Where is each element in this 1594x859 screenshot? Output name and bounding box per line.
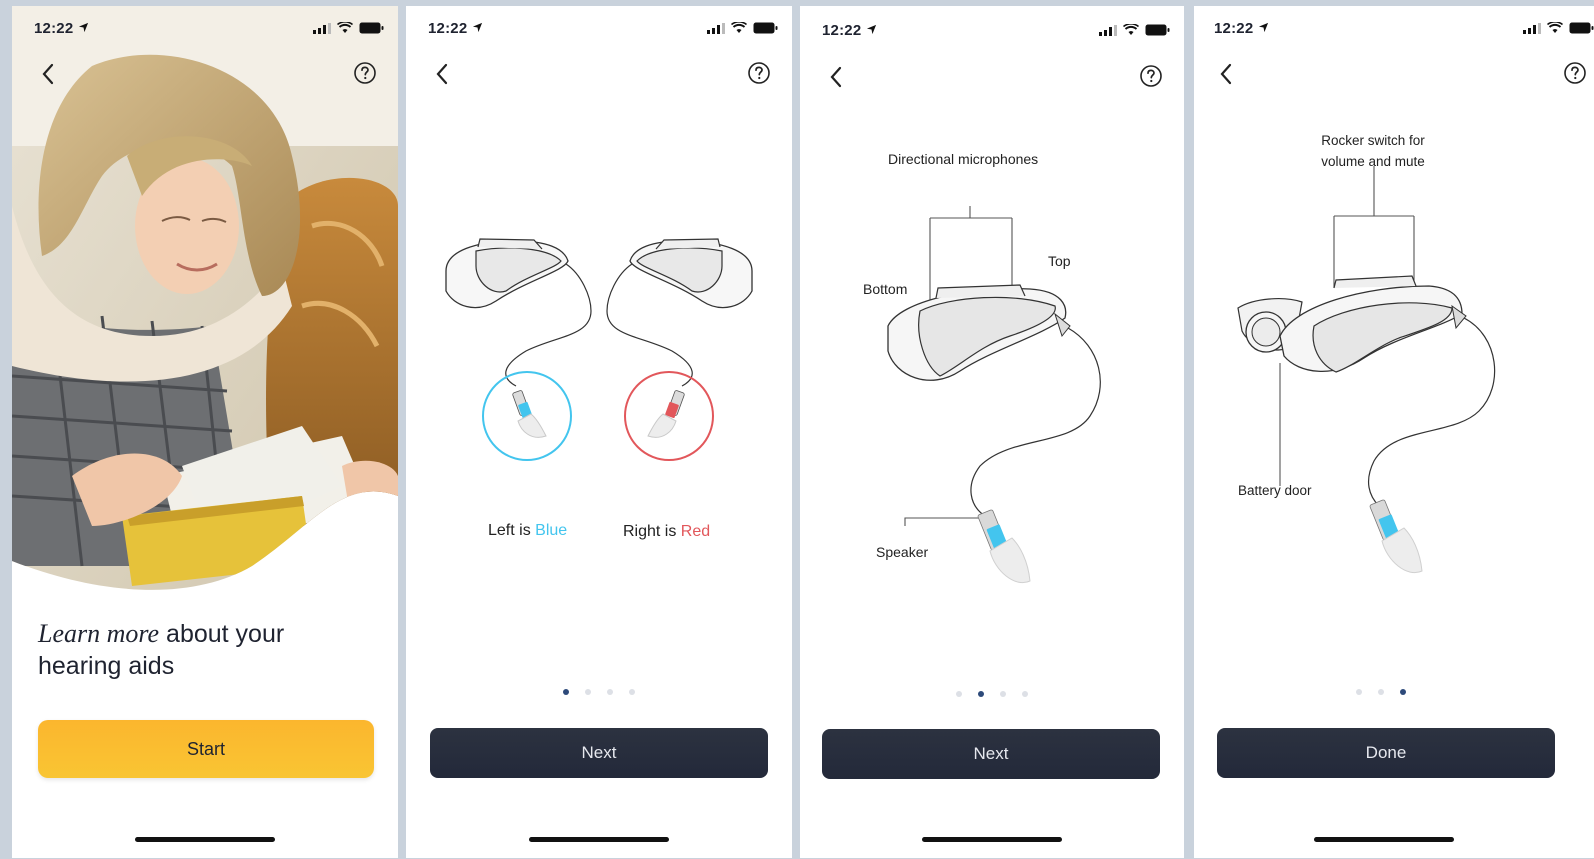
page-dot xyxy=(1378,689,1384,695)
page-dot xyxy=(585,689,591,695)
battery-door-label: Battery door xyxy=(1238,483,1312,498)
page-dot xyxy=(629,689,635,695)
screen-intro: 12:22 Learn more about your hearing aids… xyxy=(12,6,398,858)
help-button[interactable] xyxy=(352,60,378,86)
page-indicator xyxy=(1194,689,1568,695)
parts-illustration-front xyxy=(887,206,1101,584)
red-word: Red xyxy=(680,523,711,540)
page-dot xyxy=(1000,691,1006,697)
rocker-switch-label-line2: volume and mute xyxy=(1321,154,1425,169)
status-icons xyxy=(313,22,384,34)
bottom-label: Bottom xyxy=(863,281,908,297)
status-bar: 12:22 xyxy=(12,18,398,42)
top-label: Top xyxy=(1048,253,1071,269)
question-circle-icon xyxy=(354,62,376,84)
page-indicator xyxy=(800,691,1184,697)
start-button[interactable]: Start xyxy=(38,720,374,778)
location-arrow-icon xyxy=(78,22,88,33)
page-dot xyxy=(956,691,962,697)
done-button[interactable]: Done xyxy=(1217,728,1555,778)
right-hearing-aid xyxy=(606,238,753,461)
chevron-left-icon xyxy=(42,63,54,85)
home-indicator xyxy=(135,837,275,842)
home-indicator xyxy=(529,837,669,842)
cellular-signal-icon xyxy=(313,22,331,34)
intro-heading-italic: Learn more xyxy=(38,619,160,648)
rocker-switch-label-line1: Rocker switch for xyxy=(1321,133,1425,148)
wifi-icon xyxy=(337,22,353,33)
back-button[interactable] xyxy=(34,60,62,88)
page-dot xyxy=(1356,689,1362,695)
intro-heading: Learn more about your hearing aids xyxy=(38,618,368,682)
battery-icon xyxy=(359,22,384,34)
left-hearing-aid xyxy=(445,238,592,461)
page-dot xyxy=(607,689,613,695)
page-indicator xyxy=(406,689,792,695)
left-right-illustration xyxy=(445,238,753,461)
page-dot xyxy=(1400,689,1406,695)
status-time: 12:22 xyxy=(34,20,89,37)
speaker-label: Speaker xyxy=(876,544,929,560)
page-dot xyxy=(563,689,569,695)
blue-word: Blue xyxy=(535,522,568,539)
parts-illustration-back xyxy=(1237,166,1496,574)
page-dot xyxy=(978,691,984,697)
screen-parts-2: 12:22 Rocker switch for volume and mute … xyxy=(1194,6,1594,858)
hero-photo xyxy=(12,6,398,590)
page-dot xyxy=(1022,691,1028,697)
rocker-switch-label: Rocker switch for volume and mute xyxy=(1313,130,1433,172)
screen-left-right: 12:22 Left is Blue Right is Red Next xyxy=(406,6,792,858)
home-indicator xyxy=(922,837,1062,842)
next-button[interactable]: Next xyxy=(822,729,1160,779)
directional-microphones-label: Directional microphones xyxy=(888,151,1039,167)
next-button[interactable]: Next xyxy=(430,728,768,778)
nav-bar xyxy=(12,56,398,92)
home-indicator xyxy=(1314,837,1454,842)
left-is-blue-label: Left is Blue xyxy=(488,522,568,539)
screen-parts-1: 12:22 Directional microphones Top Bottom… xyxy=(800,6,1184,858)
right-is-red-label: Right is Red xyxy=(623,523,711,540)
